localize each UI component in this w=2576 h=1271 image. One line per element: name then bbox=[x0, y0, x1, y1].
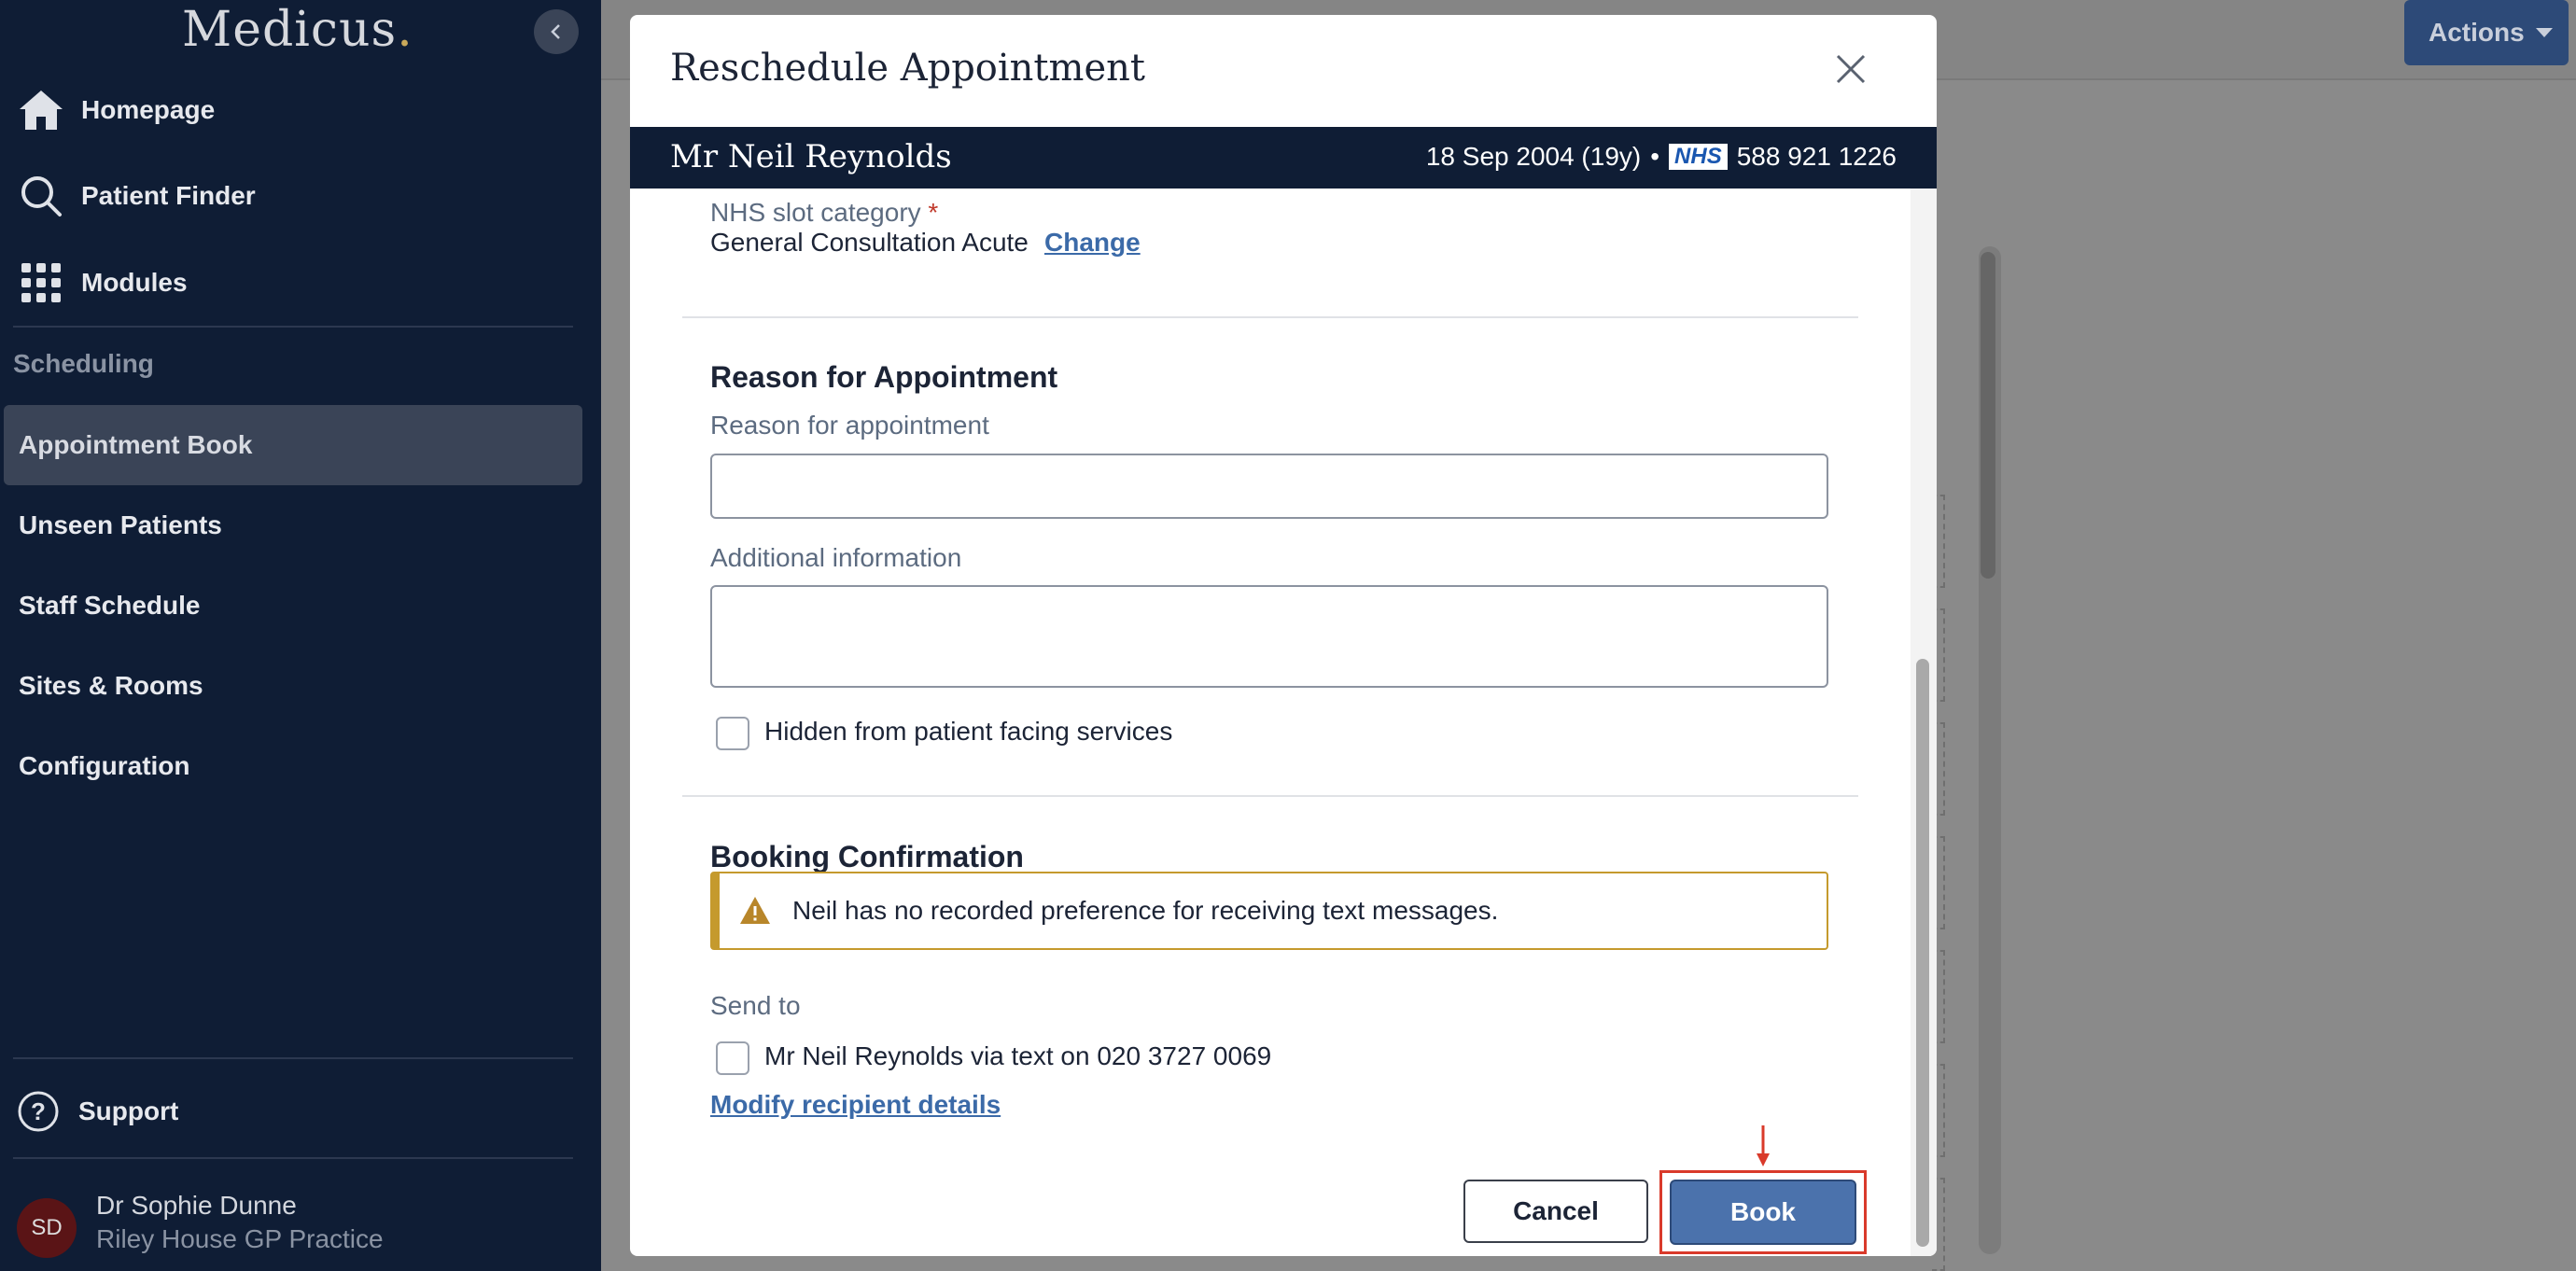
sidebar-item-sites-rooms[interactable]: Sites & Rooms bbox=[4, 646, 582, 726]
hidden-checkbox[interactable] bbox=[716, 717, 749, 750]
reschedule-modal: Reschedule Appointment Mr Neil Reynolds … bbox=[630, 15, 1937, 1256]
home-icon bbox=[17, 86, 65, 134]
warning-text: Neil has no recorded preference for rece… bbox=[792, 896, 1499, 925]
sidebar-item-unseen-patients[interactable]: Unseen Patients bbox=[4, 485, 582, 566]
sidebar-item-label: Staff Schedule bbox=[19, 591, 201, 620]
user-practice: Riley House GP Practice bbox=[96, 1224, 384, 1253]
patient-name: Mr Neil Reynolds bbox=[670, 138, 952, 175]
sidebar-item-label: Unseen Patients bbox=[19, 510, 222, 539]
additional-info-input[interactable] bbox=[710, 585, 1828, 688]
support-label: Support bbox=[78, 1096, 179, 1125]
nhs-number: 588 921 1226 bbox=[1736, 142, 1897, 171]
sidebar-divider bbox=[13, 1057, 573, 1059]
modal-scrollbar-thumb[interactable] bbox=[1916, 659, 1929, 1247]
nav-modules-label: Modules bbox=[81, 268, 188, 297]
sidebar-item-label: Configuration bbox=[19, 751, 190, 780]
sidebar-item-appointment-book[interactable]: Appointment Book bbox=[4, 405, 582, 485]
help-icon: ? bbox=[18, 1091, 59, 1132]
actions-label: Actions bbox=[2429, 18, 2525, 47]
reason-section-title: Reason for Appointment bbox=[710, 360, 1058, 394]
sidebar-item-configuration[interactable]: Configuration bbox=[4, 726, 582, 806]
section-divider bbox=[682, 795, 1858, 797]
app-logo[interactable]: Medicus. bbox=[182, 2, 413, 58]
search-icon bbox=[17, 172, 65, 220]
nav-homepage-label: Homepage bbox=[81, 95, 216, 124]
section-scheduling: Scheduling bbox=[13, 349, 154, 378]
additional-info-label: Additional information bbox=[710, 543, 962, 572]
collapse-sidebar-button[interactable] bbox=[534, 9, 579, 54]
send-to-label: Send to bbox=[710, 991, 801, 1020]
slot-category-label: NHS slot category * bbox=[710, 198, 939, 227]
patient-dob: 18 Sep 2004 (19y) bbox=[1425, 142, 1642, 171]
nav-modules[interactable]: Modules bbox=[0, 247, 601, 318]
nav-patient-finder[interactable]: Patient Finder bbox=[0, 161, 601, 231]
patient-meta: 18 Sep 2004 (19y) • NHS 588 921 1226 bbox=[1426, 142, 1897, 172]
nav-homepage[interactable]: Homepage bbox=[0, 75, 601, 146]
confirmation-section-title: Booking Confirmation bbox=[710, 840, 1024, 873]
nhs-logo: NHS bbox=[1669, 144, 1728, 170]
separator: • bbox=[1650, 142, 1660, 171]
close-icon[interactable] bbox=[1834, 52, 1868, 86]
user-name: Dr Sophie Dunne bbox=[96, 1191, 297, 1220]
reason-input[interactable] bbox=[710, 454, 1828, 519]
hidden-checkbox-label[interactable]: Hidden from patient facing services bbox=[764, 717, 1172, 747]
book-button[interactable]: Book bbox=[1670, 1180, 1856, 1245]
recipient-checkbox[interactable] bbox=[716, 1041, 749, 1075]
sidebar-item-label: Appointment Book bbox=[19, 430, 253, 459]
patient-banner: Mr Neil Reynolds 18 Sep 2004 (19y) • NHS… bbox=[630, 127, 1937, 189]
sidebar-item-label: Sites & Rooms bbox=[19, 671, 203, 700]
chevron-left-icon bbox=[551, 24, 560, 39]
grid-icon bbox=[17, 258, 65, 307]
modal-body: NHS slot category * General Consultation… bbox=[630, 189, 1911, 1256]
warning-banner: Neil has no recorded preference for rece… bbox=[710, 872, 1828, 950]
svg-text:?: ? bbox=[31, 1097, 46, 1125]
modify-recipient-link[interactable]: Modify recipient details bbox=[710, 1090, 1001, 1120]
sidebar-divider bbox=[13, 326, 573, 328]
reason-label: Reason for appointment bbox=[710, 411, 989, 440]
sidebar-divider bbox=[13, 1157, 573, 1159]
nav-patient-finder-label: Patient Finder bbox=[81, 181, 256, 210]
warning-icon bbox=[740, 897, 770, 924]
caret-down-icon bbox=[2535, 28, 2553, 37]
arrow-down-icon bbox=[1757, 1125, 1770, 1166]
background-scrollbar-thumb[interactable] bbox=[1981, 252, 1995, 579]
section-divider bbox=[682, 316, 1858, 318]
sidebar: Medicus. Homepage Patient Finder Modules… bbox=[0, 0, 601, 1271]
recipient-label[interactable]: Mr Neil Reynolds via text on 020 3727 00… bbox=[764, 1041, 1271, 1071]
sidebar-item-staff-schedule[interactable]: Staff Schedule bbox=[4, 566, 582, 646]
change-slot-link[interactable]: Change bbox=[1044, 228, 1141, 258]
modal-title: Reschedule Appointment bbox=[670, 47, 1145, 90]
avatar: SD bbox=[17, 1198, 77, 1258]
support-link[interactable]: ? Support bbox=[17, 1090, 178, 1133]
cancel-button[interactable]: Cancel bbox=[1463, 1180, 1648, 1243]
slot-category-value: General Consultation Acute bbox=[710, 228, 1029, 257]
actions-button[interactable]: Actions bbox=[2404, 0, 2569, 65]
